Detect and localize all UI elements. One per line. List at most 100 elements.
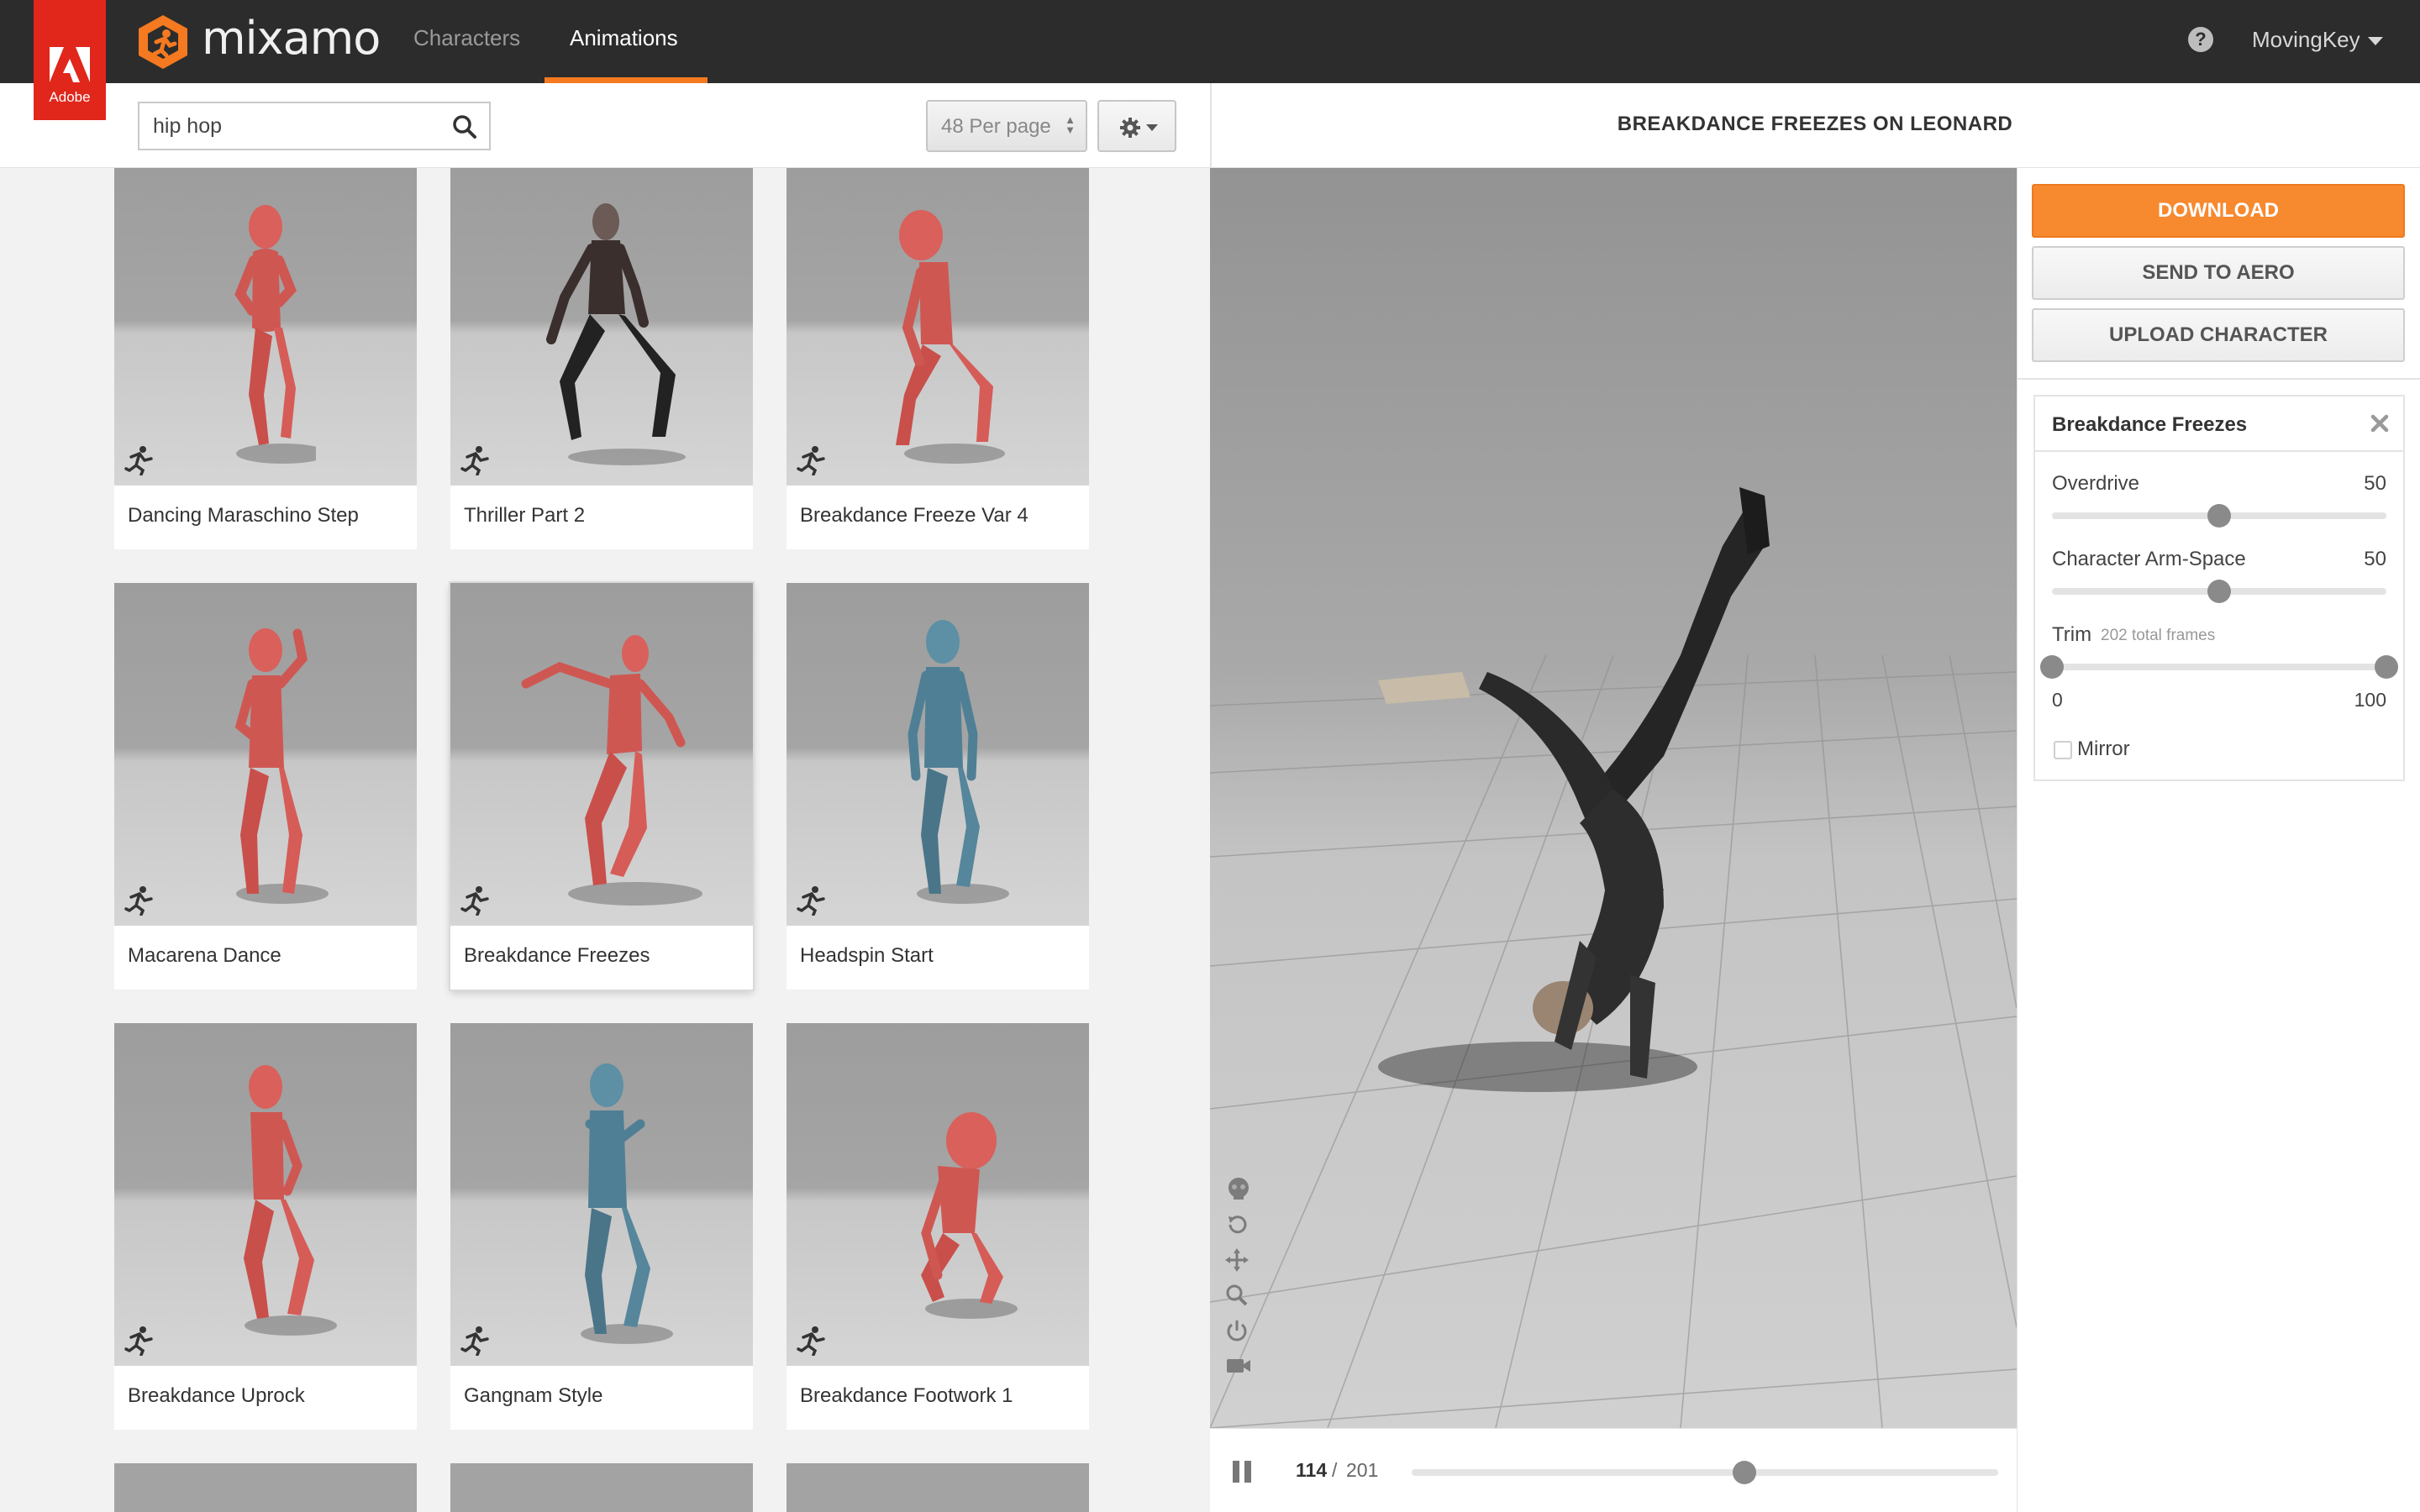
viewer-title: BREAKDANCE FREEZES ON LEONARD (1617, 113, 2013, 135)
animation-title: Breakdance Freeze Var 4 (800, 504, 1028, 527)
trim-start-handle[interactable] (2040, 655, 2064, 679)
per-page-select[interactable]: 48 Per page ▲ ▼ (926, 100, 1087, 152)
animation-settings-card: Breakdance Freezes Overdrive 50 Characte… (2033, 395, 2405, 781)
running-figure-icon (460, 446, 489, 475)
current-frame: 114 (1296, 1459, 1328, 1481)
search-input[interactable] (153, 110, 439, 142)
animation-card-partial[interactable] (786, 1463, 1089, 1512)
close-icon[interactable] (2370, 413, 2390, 433)
chevron-down-icon[interactable] (2368, 37, 2383, 45)
running-figure-icon (124, 1326, 153, 1356)
mirror-checkbox[interactable] (2054, 741, 2072, 759)
trim-min-value: 0 (2052, 689, 2063, 711)
playback-bar: 114 / 201 (1210, 1428, 2017, 1512)
reset-view-icon[interactable] (1225, 1213, 1249, 1241)
3d-viewport[interactable] (1210, 168, 2017, 1428)
frame-separator: / (1332, 1459, 1338, 1481)
trim-total-frames: 202 total frames (2101, 627, 2216, 644)
upload-character-button[interactable]: UPLOAD CHARACTER (2032, 308, 2405, 362)
animation-title: Thriller Part 2 (464, 504, 586, 527)
animation-thumbnail[interactable] (450, 168, 753, 486)
animation-thumbnail[interactable] (114, 168, 417, 486)
character-figure (921, 1112, 1018, 1319)
animation-thumbnail[interactable] (786, 1023, 1089, 1366)
running-figure-icon (797, 1326, 825, 1356)
animation-title: Macarena Dance (128, 944, 281, 967)
animation-card[interactable]: Breakdance Uprock (114, 1023, 417, 1430)
animation-title: Gangnam Style (464, 1384, 603, 1407)
animation-card[interactable]: Breakdance Freeze Var 4 (786, 168, 1089, 549)
animation-title: Breakdance Freezes (464, 944, 650, 967)
animation-title: Breakdance Uprock (128, 1384, 305, 1407)
animation-card[interactable]: Breakdance Footwork 1 (786, 1023, 1089, 1430)
timeline-handle[interactable] (1732, 1461, 1756, 1484)
character-figure (234, 628, 329, 904)
animation-card[interactable]: Thriller Part 2 (450, 168, 753, 549)
animation-card-partial[interactable] (450, 1463, 753, 1512)
trim-label: Trim (2052, 623, 2092, 646)
running-figure-icon (460, 1326, 489, 1356)
tab-characters[interactable]: Characters (413, 25, 520, 51)
trim-max-value: 100 (2354, 689, 2386, 711)
zoom-icon[interactable] (1225, 1284, 1249, 1311)
animation-card[interactable]: Headspin Start (786, 583, 1089, 990)
character-figure (546, 203, 686, 465)
animation-thumbnail[interactable] (786, 168, 1089, 486)
animation-thumbnail[interactable] (786, 583, 1089, 926)
settings-card-header: Breakdance Freezes (2035, 396, 2403, 452)
adobe-label: Adobe (49, 89, 91, 105)
animation-thumbnail[interactable] (450, 1023, 753, 1366)
running-figure-icon (124, 886, 153, 916)
adobe-logo[interactable]: Adobe (34, 0, 106, 120)
power-icon[interactable] (1225, 1319, 1249, 1347)
tab-animations[interactable]: Animations (570, 25, 678, 51)
character-figure (908, 620, 1009, 904)
arm-space-label: Character Arm-Space (2052, 548, 2246, 570)
total-frames: 201 (1346, 1459, 1379, 1481)
animation-thumbnail[interactable] (450, 583, 753, 926)
mirror-label[interactable]: Mirror (2077, 738, 2130, 761)
chevron-down-icon (1146, 124, 1158, 131)
animation-title: Breakdance Footwork 1 (800, 1384, 1013, 1407)
mixamo-logo-icon[interactable] (136, 13, 190, 71)
search-icon[interactable] (452, 114, 477, 139)
skeleton-icon[interactable] (1225, 1176, 1252, 1207)
animation-thumbnail[interactable] (114, 583, 417, 926)
character-figure (581, 1063, 673, 1344)
overdrive-slider-handle[interactable] (2207, 504, 2231, 528)
top-nav-bar: mixamo Characters Animations ? MovingKey (0, 0, 2420, 83)
side-panel (2017, 168, 2420, 1512)
character-figure (234, 205, 316, 464)
animation-card-selected[interactable]: Breakdance Freezes (450, 583, 753, 990)
send-to-aero-button[interactable]: SEND TO AERO (2032, 246, 2405, 300)
animation-grid: Dancing Maraschino Step Thriller Part 2 (0, 168, 1210, 1512)
leonard-character (1378, 487, 1770, 1092)
arm-space-slider[interactable] (2052, 580, 2386, 603)
animation-thumbnail[interactable] (114, 1023, 417, 1366)
camera-icon[interactable] (1225, 1354, 1252, 1382)
brand-name[interactable]: mixamo (202, 12, 381, 65)
animation-card-partial[interactable] (114, 1463, 417, 1512)
download-button[interactable]: DOWNLOAD (2032, 184, 2405, 238)
pause-icon[interactable] (1232, 1461, 1252, 1483)
running-figure-icon (797, 446, 825, 475)
user-menu[interactable]: MovingKey (2252, 27, 2360, 53)
active-tab-indicator (544, 77, 708, 83)
animation-title: Headspin Start (800, 944, 934, 967)
adobe-a-icon (50, 47, 90, 82)
trim-range-slider[interactable] (2040, 655, 2398, 679)
animation-card[interactable]: Gangnam Style (450, 1023, 753, 1430)
search-field[interactable] (138, 102, 491, 150)
arm-space-slider-handle[interactable] (2207, 580, 2231, 603)
help-icon[interactable]: ? (2188, 27, 2213, 52)
settings-card-title: Breakdance Freezes (2052, 413, 2248, 436)
overdrive-slider[interactable] (2052, 504, 2386, 528)
settings-menu-button[interactable] (1097, 100, 1176, 152)
animation-card[interactable]: Macarena Dance (114, 583, 417, 990)
pan-icon[interactable] (1225, 1248, 1249, 1276)
animation-card[interactable]: Dancing Maraschino Step (114, 168, 417, 549)
trim-end-handle[interactable] (2375, 655, 2398, 679)
timeline-scrubber[interactable] (1412, 1461, 1998, 1484)
character-figure (521, 635, 702, 906)
running-figure-icon (460, 886, 489, 916)
